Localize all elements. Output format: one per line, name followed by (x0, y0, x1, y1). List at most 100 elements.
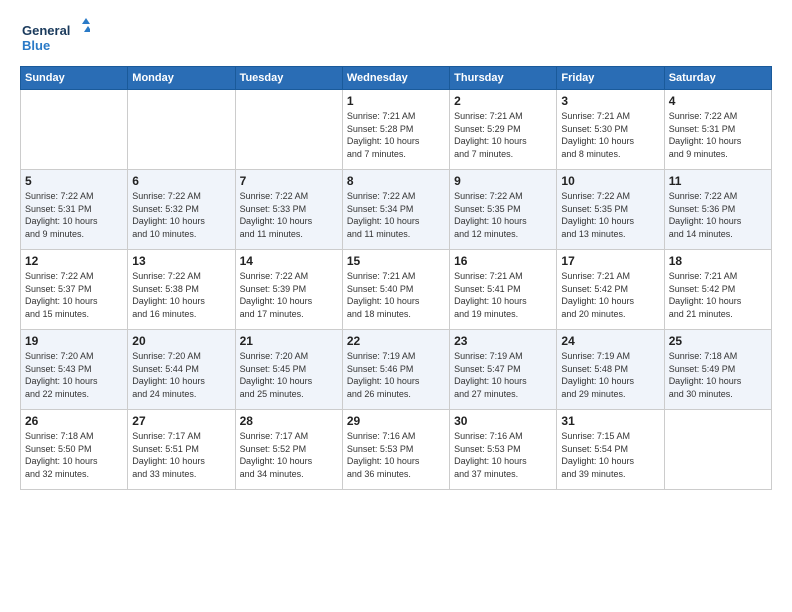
day-number: 19 (25, 334, 123, 348)
calendar-cell (664, 410, 771, 490)
calendar-cell: 17 Sunrise: 7:21 AM Sunset: 5:42 PM Dayli… (557, 250, 664, 330)
calendar-cell: 2 Sunrise: 7:21 AM Sunset: 5:29 PM Daylig… (450, 90, 557, 170)
day-number: 25 (669, 334, 767, 348)
day-info: Sunrise: 7:21 AM Sunset: 5:28 PM Dayligh… (347, 110, 445, 160)
calendar-cell: 28 Sunrise: 7:17 AM Sunset: 5:52 PM Dayli… (235, 410, 342, 490)
calendar-cell: 22Sunrise: 7:19 AM Sunset: 5:46 PM Dayli… (342, 330, 449, 410)
day-info: Sunrise: 7:19 AM Sunset: 5:48 PM Dayligh… (561, 350, 659, 400)
day-number: 28 (240, 414, 338, 428)
day-info: Sunrise: 7:22 AM Sunset: 5:35 PM Dayligh… (561, 190, 659, 240)
calendar-cell: 13 Sunrise: 7:22 AM Sunset: 5:38 PM Dayli… (128, 250, 235, 330)
calendar-table: SundayMondayTuesdayWednesdayThursdayFrid… (20, 66, 772, 490)
calendar-cell: 26 Sunrise: 7:18 AM Sunset: 5:50 PM Dayli… (21, 410, 128, 490)
calendar-week-row: 19 Sunrise: 7:20 AM Sunset: 5:43 PM Dayli… (21, 330, 772, 410)
day-info: Sunrise: 7:17 AM Sunset: 5:52 PM Dayligh… (240, 430, 338, 480)
calendar-cell (235, 90, 342, 170)
day-number: 5 (25, 174, 123, 188)
calendar-cell: 25 Sunrise: 7:18 AM Sunset: 5:49 PM Dayli… (664, 330, 771, 410)
calendar-cell: 10 Sunrise: 7:22 AM Sunset: 5:35 PM Dayli… (557, 170, 664, 250)
calendar-cell: 30 Sunrise: 7:16 AM Sunset: 5:53 PM Dayli… (450, 410, 557, 490)
day-number: 2 (454, 94, 552, 108)
calendar-cell: 18 Sunrise: 7:21 AM Sunset: 5:42 PM Dayli… (664, 250, 771, 330)
svg-text:Blue: Blue (22, 38, 50, 53)
day-info: Sunrise: 7:22 AM Sunset: 5:36 PM Dayligh… (669, 190, 767, 240)
day-number: 1 (347, 94, 445, 108)
day-number: 10 (561, 174, 659, 188)
day-info: Sunrise: 7:22 AM Sunset: 5:35 PM Dayligh… (454, 190, 552, 240)
day-info: Sunrise: 7:16 AM Sunset: 5:53 PM Dayligh… (454, 430, 552, 480)
calendar-cell: 15Sunrise: 7:21 AM Sunset: 5:40 PM Dayli… (342, 250, 449, 330)
day-number: 7 (240, 174, 338, 188)
day-info: Sunrise: 7:20 AM Sunset: 5:43 PM Dayligh… (25, 350, 123, 400)
calendar-cell: 27 Sunrise: 7:17 AM Sunset: 5:51 PM Dayli… (128, 410, 235, 490)
day-number: 3 (561, 94, 659, 108)
day-info: Sunrise: 7:22 AM Sunset: 5:38 PM Dayligh… (132, 270, 230, 320)
calendar-cell: 29 Sunrise: 7:16 AM Sunset: 5:53 PM Dayli… (342, 410, 449, 490)
calendar-cell: 1 Sunrise: 7:21 AM Sunset: 5:28 PM Daylig… (342, 90, 449, 170)
day-info: Sunrise: 7:20 AM Sunset: 5:44 PM Dayligh… (132, 350, 230, 400)
calendar-cell: 23 Sunrise: 7:19 AM Sunset: 5:47 PM Dayli… (450, 330, 557, 410)
day-number: 17 (561, 254, 659, 268)
day-info: Sunrise: 7:19 AM Sunset: 5:47 PM Dayligh… (454, 350, 552, 400)
logo-svg: General Blue (20, 18, 90, 56)
day-info: Sunrise: 7:21 AM Sunset: 5:41 PM Dayligh… (454, 270, 552, 320)
header: General Blue (20, 18, 772, 56)
day-info: Sunrise: 7:17 AM Sunset: 5:51 PM Dayligh… (132, 430, 230, 480)
day-number: 9 (454, 174, 552, 188)
day-number: 13 (132, 254, 230, 268)
calendar-cell: 24Sunrise: 7:19 AM Sunset: 5:48 PM Dayli… (557, 330, 664, 410)
day-info: Sunrise: 7:21 AM Sunset: 5:30 PM Dayligh… (561, 110, 659, 160)
calendar-cell (21, 90, 128, 170)
day-number: 29 (347, 414, 445, 428)
day-info: Sunrise: 7:22 AM Sunset: 5:37 PM Dayligh… (25, 270, 123, 320)
weekday-header-row: SundayMondayTuesdayWednesdayThursdayFrid… (21, 67, 772, 90)
day-info: Sunrise: 7:21 AM Sunset: 5:42 PM Dayligh… (561, 270, 659, 320)
day-info: Sunrise: 7:22 AM Sunset: 5:33 PM Dayligh… (240, 190, 338, 240)
day-number: 18 (669, 254, 767, 268)
calendar-page: General Blue SundayMondayTuesdayWednesda… (0, 0, 792, 500)
day-number: 21 (240, 334, 338, 348)
calendar-cell: 19 Sunrise: 7:20 AM Sunset: 5:43 PM Dayli… (21, 330, 128, 410)
calendar-cell: 31Sunrise: 7:15 AM Sunset: 5:54 PM Dayli… (557, 410, 664, 490)
weekday-header: Friday (557, 67, 664, 90)
weekday-header: Saturday (664, 67, 771, 90)
day-info: Sunrise: 7:22 AM Sunset: 5:39 PM Dayligh… (240, 270, 338, 320)
day-number: 27 (132, 414, 230, 428)
day-info: Sunrise: 7:22 AM Sunset: 5:31 PM Dayligh… (25, 190, 123, 240)
day-number: 30 (454, 414, 552, 428)
weekday-header: Wednesday (342, 67, 449, 90)
day-info: Sunrise: 7:22 AM Sunset: 5:31 PM Dayligh… (669, 110, 767, 160)
day-number: 6 (132, 174, 230, 188)
weekday-header: Thursday (450, 67, 557, 90)
calendar-cell: 21Sunrise: 7:20 AM Sunset: 5:45 PM Dayli… (235, 330, 342, 410)
day-number: 11 (669, 174, 767, 188)
day-info: Sunrise: 7:18 AM Sunset: 5:49 PM Dayligh… (669, 350, 767, 400)
day-number: 4 (669, 94, 767, 108)
day-number: 26 (25, 414, 123, 428)
day-info: Sunrise: 7:18 AM Sunset: 5:50 PM Dayligh… (25, 430, 123, 480)
day-info: Sunrise: 7:21 AM Sunset: 5:42 PM Dayligh… (669, 270, 767, 320)
logo: General Blue (20, 18, 90, 56)
calendar-cell: 11 Sunrise: 7:22 AM Sunset: 5:36 PM Dayli… (664, 170, 771, 250)
day-info: Sunrise: 7:16 AM Sunset: 5:53 PM Dayligh… (347, 430, 445, 480)
day-info: Sunrise: 7:22 AM Sunset: 5:32 PM Dayligh… (132, 190, 230, 240)
calendar-cell: 6 Sunrise: 7:22 AM Sunset: 5:32 PM Daylig… (128, 170, 235, 250)
calendar-cell: 5 Sunrise: 7:22 AM Sunset: 5:31 PM Daylig… (21, 170, 128, 250)
calendar-week-row: 1 Sunrise: 7:21 AM Sunset: 5:28 PM Daylig… (21, 90, 772, 170)
day-info: Sunrise: 7:21 AM Sunset: 5:29 PM Dayligh… (454, 110, 552, 160)
calendar-week-row: 26 Sunrise: 7:18 AM Sunset: 5:50 PM Dayli… (21, 410, 772, 490)
day-number: 20 (132, 334, 230, 348)
calendar-cell: 16 Sunrise: 7:21 AM Sunset: 5:41 PM Dayli… (450, 250, 557, 330)
day-number: 12 (25, 254, 123, 268)
calendar-cell: 8Sunrise: 7:22 AM Sunset: 5:34 PM Daylig… (342, 170, 449, 250)
day-number: 16 (454, 254, 552, 268)
weekday-header: Monday (128, 67, 235, 90)
day-number: 22 (347, 334, 445, 348)
weekday-header: Tuesday (235, 67, 342, 90)
day-number: 23 (454, 334, 552, 348)
weekday-header: Sunday (21, 67, 128, 90)
day-number: 14 (240, 254, 338, 268)
calendar-cell: 14 Sunrise: 7:22 AM Sunset: 5:39 PM Dayli… (235, 250, 342, 330)
calendar-week-row: 5 Sunrise: 7:22 AM Sunset: 5:31 PM Daylig… (21, 170, 772, 250)
day-info: Sunrise: 7:21 AM Sunset: 5:40 PM Dayligh… (347, 270, 445, 320)
